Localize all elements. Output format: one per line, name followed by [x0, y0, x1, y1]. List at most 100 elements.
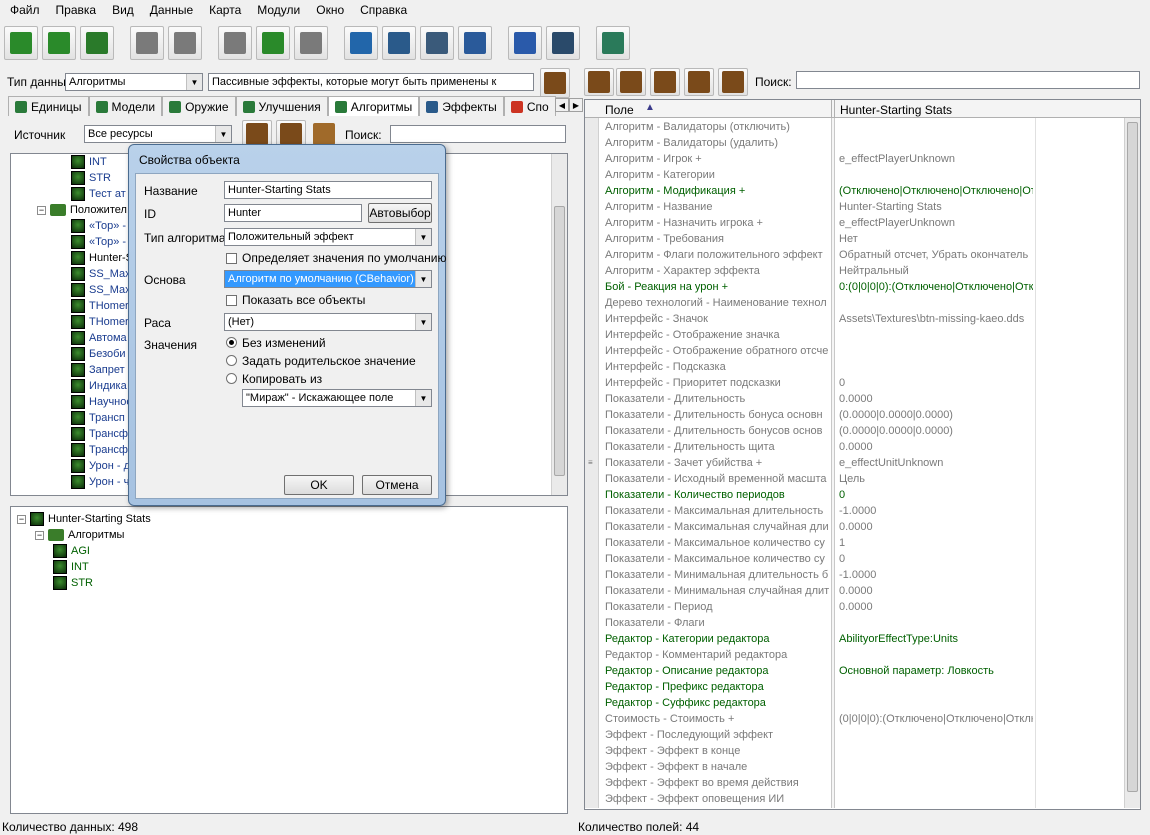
tab-3[interactable]: Улучшения — [235, 96, 328, 116]
field-row[interactable]: Редактор - Префикс редактора — [585, 679, 1125, 695]
field-row[interactable]: Алгоритм - Характер эффекта Нейтральный — [585, 263, 1125, 279]
sort-icon[interactable] — [650, 68, 680, 96]
column-splitter[interactable] — [831, 100, 835, 118]
field-row[interactable]: Показатели - Минимальная случайная длит 0… — [585, 583, 1125, 599]
tree-row[interactable]: Трансп — [11, 410, 133, 426]
object-tree-scrollbar[interactable] — [551, 154, 567, 495]
field-row[interactable]: Алгоритм - Требования Нет — [585, 231, 1125, 247]
copy-from-select[interactable]: "Мираж" - Искажающее поле ▼ — [242, 389, 432, 407]
field-row[interactable]: Показатели - Максимальная случайная дли 0… — [585, 519, 1125, 535]
field-row[interactable]: Эффект - Эффект в начале — [585, 759, 1125, 775]
tree-row[interactable]: STR — [11, 170, 133, 186]
field-row[interactable]: Эффект - Последующий эффект — [585, 727, 1125, 743]
tree-row[interactable]: INT — [11, 154, 133, 170]
field-row[interactable]: Показатели - Максимальное количество су 0 — [585, 551, 1125, 567]
collapse-icon[interactable]: − — [35, 530, 44, 540]
menu-item[interactable]: Правка — [48, 3, 105, 17]
base-select[interactable]: Алгоритм по умолчанию (CBehavior) ▼ — [224, 270, 432, 288]
tree-row[interactable]: Автома — [11, 330, 133, 346]
column-field-header[interactable]: Поле — [605, 103, 634, 117]
menu-item[interactable]: Справка — [352, 3, 415, 17]
field-row[interactable]: Показатели - Длительность бонуса основн (… — [585, 407, 1125, 423]
value-column-divider[interactable] — [831, 118, 835, 808]
data-type-select[interactable]: Алгоритмы ▼ — [65, 73, 203, 91]
tree-row[interactable]: Урон - ч — [11, 474, 133, 490]
scroll-thumb[interactable] — [554, 206, 565, 476]
data-editor-button[interactable] — [420, 26, 454, 60]
paste-button[interactable] — [294, 26, 328, 60]
menu-item[interactable]: Окно — [308, 3, 352, 17]
tab-4[interactable]: Алгоритмы — [327, 96, 420, 116]
field-row[interactable]: Показатели - Зачет убийства + e_effectUni… — [585, 455, 1125, 471]
field-row[interactable]: Алгоритм - Валидаторы (удалить) — [585, 135, 1125, 151]
field-row[interactable]: Редактор - Категории редактора AbilityorE… — [585, 631, 1125, 647]
import-button[interactable] — [508, 26, 542, 60]
detail-row[interactable]: − Алгоритмы — [17, 527, 151, 543]
redo-button[interactable] — [168, 26, 202, 60]
tab-scroll-left-icon[interactable]: ◀ — [555, 98, 569, 112]
tab-scroll-right-icon[interactable]: ▶ — [569, 98, 583, 112]
field-row[interactable]: Дерево технологий - Наименование технол — [585, 295, 1125, 311]
field-row[interactable]: Показатели - Длительность бонусов основ (… — [585, 423, 1125, 439]
filter-icon[interactable] — [684, 68, 714, 96]
field-row[interactable]: Показатели - Исходный временной масшта Це… — [585, 471, 1125, 487]
tab-0[interactable]: Единицы — [8, 96, 89, 116]
trigger-editor-button[interactable] — [382, 26, 416, 60]
detail-row[interactable]: STR — [17, 575, 151, 591]
race-select[interactable]: (Нет) ▼ — [224, 313, 432, 331]
field-row[interactable]: Бой - Реакция на урон + 0:(0|0|0|0):(Откл… — [585, 279, 1125, 295]
undo-button[interactable] — [130, 26, 164, 60]
field-row[interactable]: Показатели - Период 0.0000 — [585, 599, 1125, 615]
tree-row[interactable]: Научное — [11, 394, 133, 410]
save-button[interactable] — [80, 26, 114, 60]
detail-row[interactable]: INT — [17, 559, 151, 575]
field-row[interactable]: Эффект - Эффект в конце — [585, 743, 1125, 759]
ai-editor-button[interactable] — [546, 26, 580, 60]
tab-5[interactable]: Эффекты — [419, 96, 504, 116]
open-folder-button[interactable] — [42, 26, 76, 60]
tree-row[interactable]: SS_Max — [11, 266, 133, 282]
field-row[interactable]: Интерфейс - Подсказка — [585, 359, 1125, 375]
tree-row[interactable]: «Тор» - — [11, 234, 133, 250]
source-select[interactable]: Все ресурсы ▼ — [84, 125, 232, 143]
defaults-checkbox[interactable] — [226, 253, 237, 264]
field-row[interactable]: Показатели - Максимальное количество су 1 — [585, 535, 1125, 551]
tree-row[interactable]: Урон - д — [11, 458, 133, 474]
copy-button[interactable] — [256, 26, 290, 60]
field-row[interactable]: Интерфейс - Отображение обратного отсче — [585, 343, 1125, 359]
grid-view-icon[interactable] — [584, 68, 614, 96]
radio-copy-from[interactable] — [226, 373, 237, 384]
id-field[interactable]: Hunter — [224, 204, 362, 222]
tree-row[interactable]: − Положител — [11, 202, 133, 218]
field-row[interactable]: Эффект - Эффект во время действия — [585, 775, 1125, 791]
menu-item[interactable]: Карта — [201, 3, 249, 17]
field-row[interactable]: Показатели - Максимальная длительность -1… — [585, 503, 1125, 519]
field-row[interactable]: Алгоритм - Название Hunter-Starting Stats — [585, 199, 1125, 215]
tab-2[interactable]: Оружие — [162, 96, 236, 116]
tree-row[interactable]: «Тор» - — [11, 218, 133, 234]
algorithm-type-select[interactable]: Положительный эффект ▼ — [224, 228, 432, 246]
tree-row[interactable]: Индика — [11, 378, 133, 394]
field-row[interactable]: Алгоритм - Валидаторы (отключить) — [585, 119, 1125, 135]
show-all-checkbox[interactable] — [226, 295, 237, 306]
new-document-button[interactable] — [4, 26, 38, 60]
detail-row[interactable]: − Hunter-Starting Stats — [17, 511, 151, 527]
tab-1[interactable]: Модели — [88, 96, 163, 116]
field-row[interactable]: Редактор - Описание редактора Основной па… — [585, 663, 1125, 679]
grid-scrollbar[interactable] — [1124, 118, 1140, 808]
menu-item[interactable]: Файл — [2, 3, 48, 17]
tab-6[interactable]: Спо — [503, 96, 556, 116]
tree-row[interactable]: THomer — [11, 314, 133, 330]
menu-item[interactable]: Модули — [249, 3, 308, 17]
collapse-icon[interactable]: − — [17, 514, 26, 524]
left-search-input[interactable] — [390, 125, 566, 143]
detail-row[interactable]: AGI — [17, 543, 151, 559]
radio-no-change[interactable] — [226, 337, 237, 348]
export-icon[interactable] — [718, 68, 748, 96]
field-row[interactable]: Алгоритм - Игрок + e_effectPlayerUnknown — [585, 151, 1125, 167]
tree-row[interactable]: THomer — [11, 298, 133, 314]
right-search-input[interactable] — [796, 71, 1140, 89]
column-value-header[interactable]: Hunter-Starting Stats — [840, 103, 952, 117]
tree-row[interactable]: Тест ат — [11, 186, 133, 202]
field-row[interactable]: Показатели - Длительность 0.0000 — [585, 391, 1125, 407]
